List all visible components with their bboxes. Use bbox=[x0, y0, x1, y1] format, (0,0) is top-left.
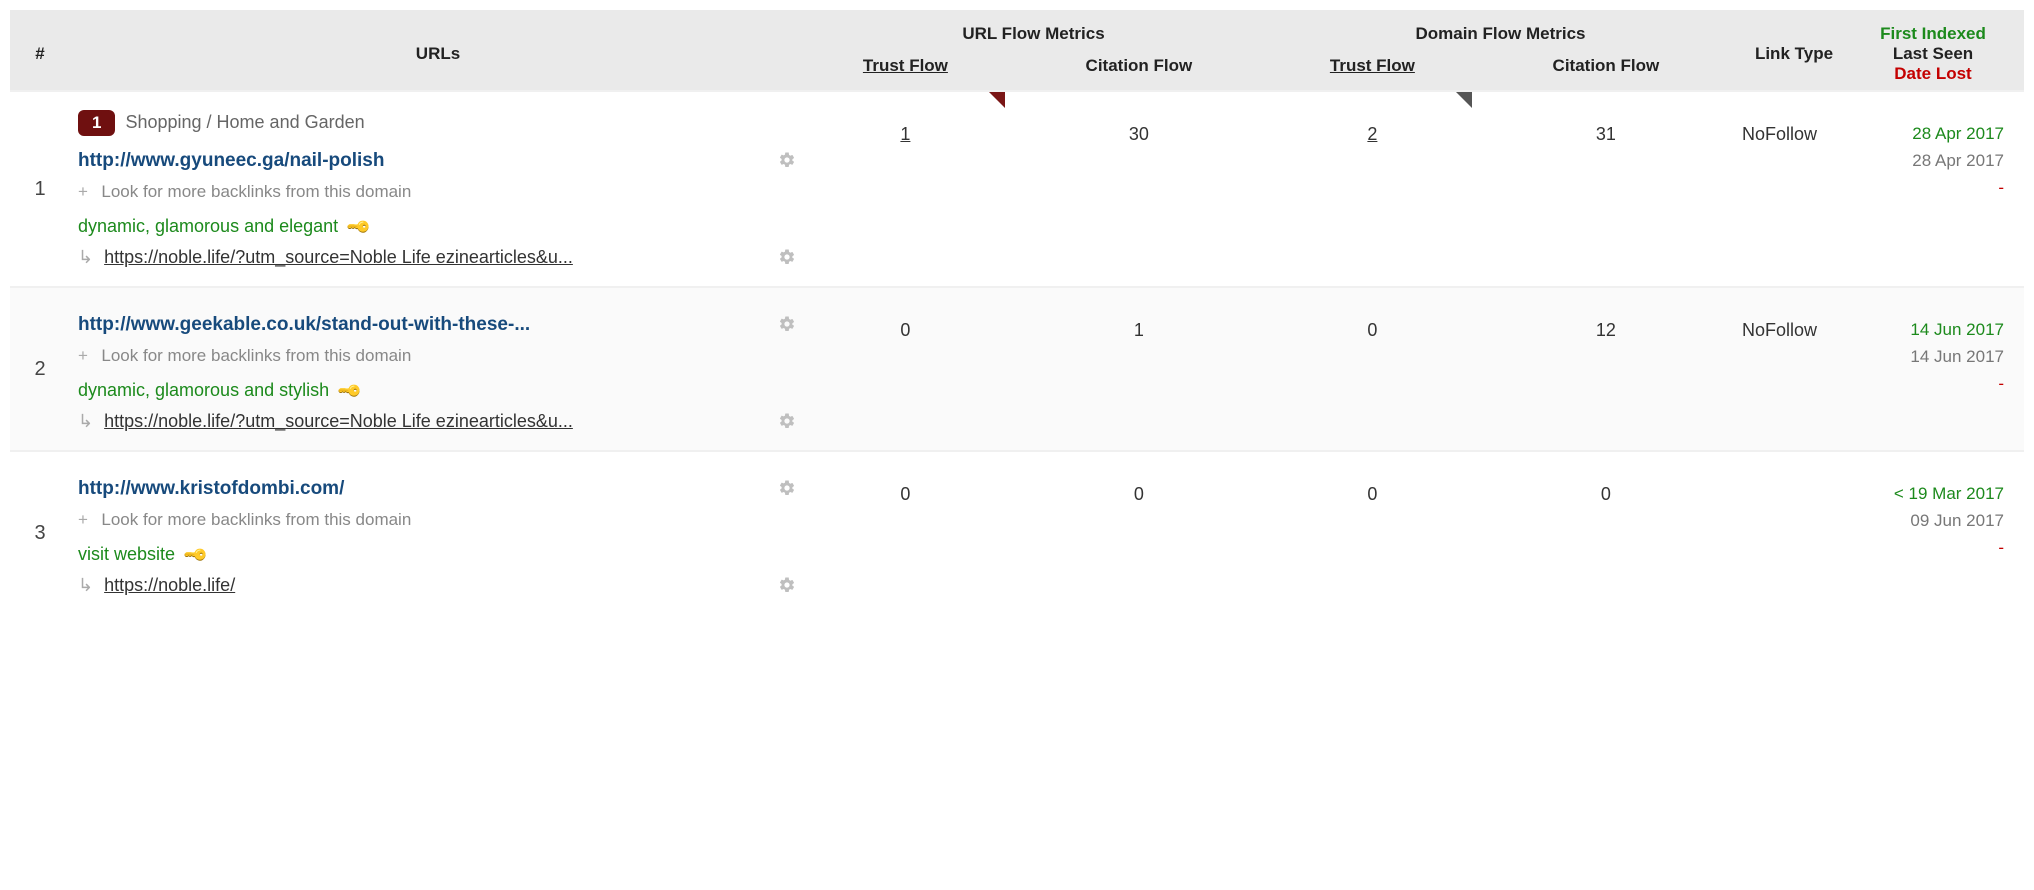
col-date-lost[interactable]: Date Lost bbox=[1862, 64, 2004, 84]
link-type-cell bbox=[1734, 450, 1854, 614]
target-url: ↳ https://noble.life/ bbox=[78, 575, 235, 596]
source-url-link[interactable]: http://www.gyuneec.ga/nail-polish bbox=[78, 150, 384, 172]
link-type-cell: NoFollow bbox=[1734, 286, 1854, 450]
trust-flag-icon bbox=[1456, 92, 1472, 108]
url-citation-flow: 0 bbox=[1011, 450, 1267, 614]
last-seen-date: 28 Apr 2017 bbox=[1862, 147, 2004, 174]
gear-icon[interactable] bbox=[778, 412, 796, 430]
domain-trust-flow[interactable]: 2 bbox=[1267, 90, 1478, 286]
target-url: ↳ https://noble.life/?utm_source=Noble L… bbox=[78, 247, 573, 268]
date-lost: - bbox=[1862, 534, 2004, 561]
dates-cell: 14 Jun 201714 Jun 2017- bbox=[1854, 286, 2024, 450]
url-cell: http://www.kristofdombi.com/ + Look for m… bbox=[70, 450, 800, 614]
gear-icon[interactable] bbox=[778, 151, 796, 169]
arrow-right-icon: ↳ bbox=[78, 575, 93, 595]
date-lost: - bbox=[1862, 370, 2004, 397]
target-url-link[interactable]: https://noble.life/ bbox=[104, 575, 235, 595]
col-domain-citation-flow[interactable]: Citation Flow bbox=[1478, 50, 1734, 90]
arrow-right-icon: ↳ bbox=[78, 247, 93, 267]
col-url-citation-flow[interactable]: Citation Flow bbox=[1011, 50, 1267, 90]
last-seen-date: 09 Jun 2017 bbox=[1862, 507, 2004, 534]
key-icon: 🔑 bbox=[336, 377, 364, 405]
gear-icon[interactable] bbox=[778, 479, 796, 497]
col-url-trust-flow[interactable]: Trust Flow bbox=[800, 50, 1011, 90]
date-lost: - bbox=[1862, 174, 2004, 201]
table-row: 2 http://www.geekable.co.uk/stand-out-wit… bbox=[10, 286, 2024, 450]
topic-badge[interactable]: 1 bbox=[78, 110, 115, 136]
table-row: 11Shopping / Home and Gardenhttp://www.g… bbox=[10, 90, 2024, 286]
url-trust-flow: 0 bbox=[800, 286, 1011, 450]
plus-icon: + bbox=[78, 510, 88, 529]
col-domain-trust-flow[interactable]: Trust Flow bbox=[1267, 50, 1478, 90]
target-url-link[interactable]: https://noble.life/?utm_source=Noble Lif… bbox=[104, 411, 573, 431]
anchor-text[interactable]: dynamic, glamorous and stylish 🔑 bbox=[78, 380, 360, 401]
domain-citation-flow: 12 bbox=[1478, 286, 1734, 450]
url-citation-flow: 30 bbox=[1011, 90, 1267, 286]
gear-icon[interactable] bbox=[778, 315, 796, 333]
domain-citation-flow: 0 bbox=[1478, 450, 1734, 614]
url-cell: 1 Shopping / Home and Garden http://www.gy… bbox=[70, 90, 800, 286]
domain-trust-flow: 0 bbox=[1267, 286, 1478, 450]
url-trust-flow: 0 bbox=[800, 450, 1011, 614]
first-indexed-date: < 19 Mar 2017 bbox=[1862, 480, 2004, 507]
target-url: ↳ https://noble.life/?utm_source=Noble L… bbox=[78, 411, 573, 432]
more-backlinks-link[interactable]: + Look for more backlinks from this doma… bbox=[78, 510, 796, 530]
col-group-domain-flow: Domain Flow Metrics bbox=[1267, 10, 1734, 50]
gear-icon[interactable] bbox=[778, 248, 796, 266]
url-cell: http://www.geekable.co.uk/stand-out-with… bbox=[70, 286, 800, 450]
source-url-link[interactable]: http://www.kristofdombi.com/ bbox=[78, 478, 344, 500]
first-indexed-date: 14 Jun 2017 bbox=[1862, 316, 2004, 343]
more-backlinks-link[interactable]: + Look for more backlinks from this doma… bbox=[78, 346, 796, 366]
row-index: 3 bbox=[10, 450, 70, 614]
row-index: 2 bbox=[10, 286, 70, 450]
category-text: Shopping / Home and Garden bbox=[125, 112, 364, 132]
trust-flag-icon bbox=[989, 92, 1005, 108]
col-index[interactable]: # bbox=[10, 10, 70, 90]
arrow-right-icon: ↳ bbox=[78, 411, 93, 431]
col-link-type[interactable]: Link Type bbox=[1734, 10, 1854, 90]
row-index: 1 bbox=[10, 90, 70, 286]
last-seen-date: 14 Jun 2017 bbox=[1862, 343, 2004, 370]
first-indexed-date: 28 Apr 2017 bbox=[1862, 120, 2004, 147]
url-trust-flow[interactable]: 1 bbox=[800, 90, 1011, 286]
plus-icon: + bbox=[78, 182, 88, 201]
table-row: 3 http://www.kristofdombi.com/ + Look for … bbox=[10, 450, 2024, 614]
anchor-text[interactable]: dynamic, glamorous and elegant 🔑 bbox=[78, 216, 369, 237]
col-first-indexed[interactable]: First Indexed bbox=[1862, 24, 2004, 44]
domain-citation-flow: 31 bbox=[1478, 90, 1734, 286]
link-type-cell: NoFollow bbox=[1734, 90, 1854, 286]
key-icon: 🔑 bbox=[345, 213, 373, 241]
dates-cell: 28 Apr 201728 Apr 2017- bbox=[1854, 90, 2024, 286]
anchor-text[interactable]: visit website 🔑 bbox=[78, 544, 206, 565]
url-citation-flow: 1 bbox=[1011, 286, 1267, 450]
col-last-seen[interactable]: Last Seen bbox=[1862, 44, 2004, 64]
plus-icon: + bbox=[78, 346, 88, 365]
backlinks-table: # URLs URL Flow Metrics Domain Flow Metr… bbox=[10, 10, 2024, 614]
more-backlinks-link[interactable]: + Look for more backlinks from this doma… bbox=[78, 182, 796, 202]
dates-cell: < 19 Mar 201709 Jun 2017- bbox=[1854, 450, 2024, 614]
gear-icon[interactable] bbox=[778, 576, 796, 594]
table-header: # URLs URL Flow Metrics Domain Flow Metr… bbox=[10, 10, 2024, 90]
domain-trust-flow: 0 bbox=[1267, 450, 1478, 614]
col-group-url-flow: URL Flow Metrics bbox=[800, 10, 1267, 50]
key-icon: 🔑 bbox=[182, 541, 210, 569]
col-dates: First Indexed Last Seen Date Lost bbox=[1854, 10, 2024, 90]
col-urls[interactable]: URLs bbox=[70, 10, 800, 90]
target-url-link[interactable]: https://noble.life/?utm_source=Noble Lif… bbox=[104, 247, 573, 267]
source-url-link[interactable]: http://www.geekable.co.uk/stand-out-with… bbox=[78, 314, 530, 336]
